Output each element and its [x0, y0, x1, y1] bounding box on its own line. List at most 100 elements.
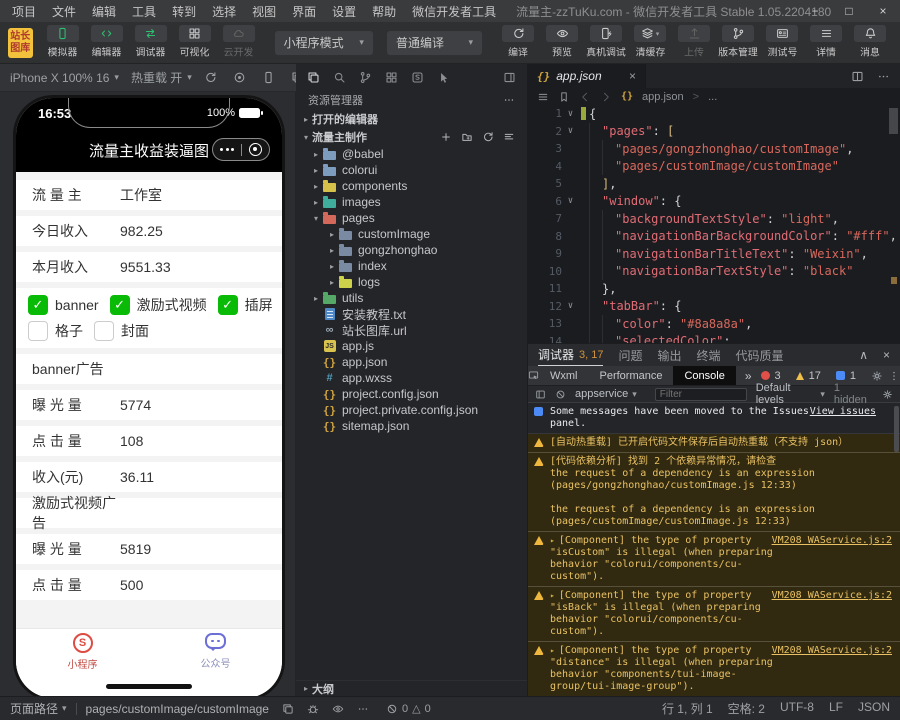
toolbar-version-manage-button[interactable]: 版本管理 — [716, 25, 760, 60]
tree-item-gongzhonghao[interactable]: ▸gongzhonghao — [296, 242, 527, 258]
menu-item[interactable]: 文件 — [44, 3, 84, 20]
rotate-device-icon[interactable] — [262, 71, 275, 84]
debug-tab-item[interactable]: 代码质量 — [736, 344, 784, 366]
tree-item-logs[interactable]: ▸logs — [296, 274, 527, 290]
chevron-right-icon[interactable]: ▸ — [326, 230, 338, 239]
tab-official-account[interactable]: 公众号 — [149, 629, 282, 674]
tree-item-@babel[interactable]: ▸@babel — [296, 146, 527, 162]
page-path-selector[interactable]: 页面路径▾ — [10, 700, 67, 717]
more-tabs[interactable]: » — [736, 369, 761, 383]
toolbar-preview-button[interactable]: 预览 — [540, 25, 584, 60]
chevron-right-icon[interactable]: ▸ — [310, 182, 322, 191]
new-file-icon[interactable] — [440, 131, 452, 143]
menu-item[interactable]: 选择 — [204, 3, 244, 20]
refresh-icon[interactable] — [204, 71, 217, 84]
tree-item-utils[interactable]: ▸utils — [296, 290, 527, 306]
fold-icon[interactable]: ∨ — [562, 109, 579, 119]
menu-item[interactable]: 视图 — [244, 3, 284, 20]
more-actions-icon[interactable] — [503, 94, 515, 106]
chevron-right-icon[interactable]: ▸ — [310, 294, 322, 303]
problems-indicator[interactable]: 0 △ 0 — [386, 702, 431, 715]
record-icon[interactable] — [233, 71, 246, 84]
status-item[interactable]: 行 1, 列 1 — [662, 700, 713, 717]
more-menu-icon[interactable] — [220, 148, 235, 151]
close-miniprogram-icon[interactable] — [249, 143, 262, 156]
toolbar-visualization-button[interactable]: 可视化 — [173, 25, 217, 60]
debug-tab-item[interactable]: 输出 — [658, 344, 682, 366]
menu-item[interactable]: 工具 — [124, 3, 164, 20]
tab-app-json[interactable]: {} app.json × — [528, 64, 646, 88]
warning-badge-icon[interactable] — [796, 372, 804, 380]
tree-item-app.wxss[interactable]: #app.wxss — [296, 370, 527, 386]
snippets-icon[interactable] — [411, 71, 424, 84]
context-selector[interactable]: appservice▾ — [575, 388, 637, 400]
toolbar-details-button[interactable]: 详情 — [804, 25, 848, 60]
devtools-menu-icon[interactable] — [888, 370, 900, 382]
debug-tab-active[interactable]: 调试器3, 17 — [538, 344, 603, 366]
tree-item-app.js[interactable]: JSapp.js — [296, 338, 527, 354]
console-settings-icon[interactable] — [882, 389, 893, 400]
editor-scrollbar[interactable] — [889, 108, 898, 134]
editor-more-icon[interactable] — [877, 70, 890, 83]
back-icon[interactable] — [579, 91, 591, 103]
toolbar-messages-button[interactable]: 消息 — [848, 25, 892, 60]
close-tab-icon[interactable]: × — [629, 69, 636, 83]
source-link[interactable]: VM208 WAService.js:2 — [772, 645, 892, 657]
checkbox-checked[interactable]: ✓ — [110, 295, 130, 315]
error-badge-icon[interactable] — [761, 371, 770, 380]
source-link[interactable]: VM208 WAService.js:2 — [772, 590, 892, 602]
copy-path-icon[interactable] — [282, 703, 294, 715]
tree-item-app.json[interactable]: {}app.json — [296, 354, 527, 370]
console-sidebar-icon[interactable] — [535, 389, 546, 400]
compile-mode-dropdown[interactable]: 普通编译▾ — [387, 31, 482, 55]
info-badge-icon[interactable] — [836, 371, 845, 380]
toolbar-compile-button[interactable]: 编译 — [496, 25, 540, 60]
menu-item[interactable]: 微信开发者工具 — [404, 3, 504, 20]
devtools-settings-icon[interactable] — [871, 370, 883, 382]
pointer-icon[interactable] — [437, 71, 450, 84]
code-editor[interactable]: 1∨{2∨"pages": [3"pages/gongzhonghao/cust… — [528, 105, 900, 343]
checkbox-checked[interactable]: ✓ — [218, 295, 238, 315]
debug-tab-item[interactable]: 终端 — [697, 344, 721, 366]
checkbox-checked[interactable]: ✓ — [28, 295, 48, 315]
toolbar-simulator-button[interactable]: 模拟器 — [41, 25, 85, 60]
refresh-explorer-icon[interactable] — [482, 131, 494, 143]
collapse-folders-icon[interactable] — [503, 131, 515, 143]
toolbar-editor-button[interactable]: 编辑器 — [85, 25, 129, 60]
close-button[interactable]: × — [866, 0, 900, 22]
toolbar-test-account-button[interactable]: 测试号 — [760, 25, 804, 60]
toolbar-device-debug-button[interactable]: 真机调试 — [584, 25, 628, 60]
forward-icon[interactable] — [600, 91, 612, 103]
search-icon[interactable] — [333, 71, 346, 84]
tree-item-.url[interactable]: ∞站长图库.url — [296, 322, 527, 338]
source-link[interactable]: VM208 WAService.js:2 — [772, 535, 892, 547]
menu-item[interactable]: 转到 — [164, 3, 204, 20]
fold-icon[interactable]: ∨ — [562, 301, 579, 311]
devtools-tab-wxml[interactable]: Wxml — [539, 366, 589, 385]
maximize-button[interactable]: □ — [832, 0, 866, 22]
tree-item-index[interactable]: ▸index — [296, 258, 527, 274]
tree-item-images[interactable]: ▸images — [296, 194, 527, 210]
bug-icon[interactable] — [307, 703, 319, 715]
console-scrollbar[interactable] — [894, 406, 899, 452]
collapse-sidebar-icon[interactable] — [503, 71, 516, 84]
tab-miniprogram[interactable]: S小程序 — [16, 629, 149, 674]
bookmark-icon[interactable] — [558, 91, 570, 103]
mode-dropdown[interactable]: 小程序模式▾ — [275, 31, 373, 55]
fold-icon[interactable]: ∨ — [562, 196, 579, 206]
new-folder-icon[interactable] — [461, 131, 473, 143]
home-indicator[interactable] — [106, 684, 192, 689]
filter-input[interactable] — [655, 388, 747, 401]
devtools-tab-console[interactable]: Console — [673, 366, 735, 385]
device-selector[interactable]: iPhone X 100% 16▾ — [10, 71, 119, 85]
devtools-tab-performance[interactable]: Performance — [589, 366, 674, 385]
tree-item-.txt[interactable]: 安装教程.txt — [296, 306, 527, 322]
tree-item-project.config.json[interactable]: {}project.config.json — [296, 386, 527, 402]
clear-console-icon[interactable] — [555, 389, 566, 400]
menu-item[interactable]: 项目 — [4, 3, 44, 20]
project-section[interactable]: ▾ 流量主制作 — [296, 128, 527, 146]
open-editors-section[interactable]: ▸ 打开的编辑器 — [296, 110, 527, 128]
status-item[interactable]: LF — [829, 700, 843, 717]
more-dots-icon[interactable] — [357, 703, 369, 715]
chevron-right-icon[interactable]: ▸ — [326, 246, 338, 255]
